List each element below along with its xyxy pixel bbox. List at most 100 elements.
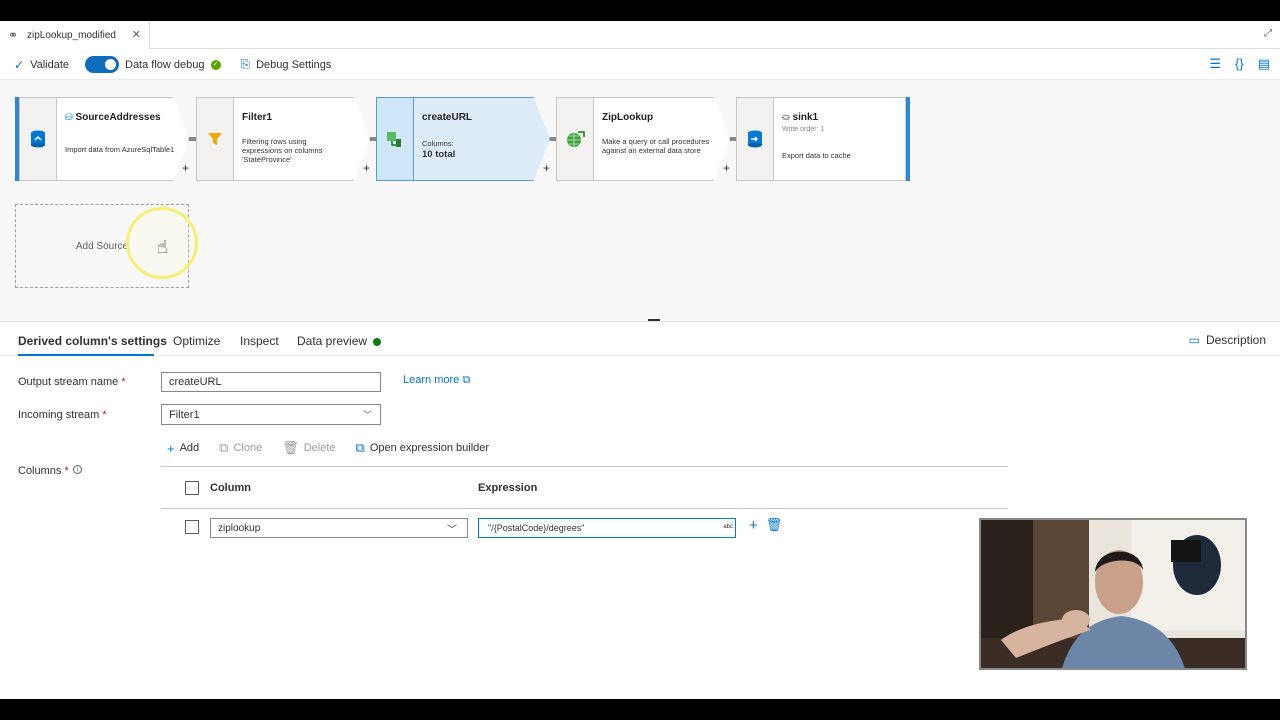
external-link-icon: ⧉ [462, 374, 471, 386]
node-sink1[interactable]: ⛀ sink1 Write order: 1 Export data to cac… [736, 97, 906, 181]
plus-icon: + [167, 440, 175, 456]
graph-canvas[interactable]: ⛁ SourceAddresses Import data from AzureS… [0, 80, 1280, 322]
open-expression-builder-button[interactable]: ⧉ Open expression builder [356, 440, 490, 456]
node-description: Export data to cache [782, 151, 851, 160]
add-transform-button[interactable]: + [723, 161, 730, 175]
dataflow-icon: ⚭ [8, 27, 19, 42]
expand-icon[interactable]: ⤢ [1264, 28, 1272, 39]
close-icon[interactable]: ✕ [132, 28, 141, 41]
output-stream-input[interactable]: createURL [161, 372, 381, 392]
filter-node-icon [196, 97, 234, 181]
column-name-dropdown[interactable]: ziplookup ﹀ [210, 518, 468, 538]
learn-more-text: Learn more [403, 374, 460, 386]
node-filter1[interactable]: Filter1 Filtering rows using expressions… [196, 97, 370, 181]
node-title: SourceAddresses [75, 112, 161, 123]
node-source-addresses[interactable]: ⛁ SourceAddresses Import data from AzureS… [19, 97, 189, 181]
debug-settings-label: Debug Settings [256, 58, 332, 71]
tab-inspect[interactable]: Inspect [240, 334, 279, 348]
grid-header: Column Expression [161, 467, 1008, 509]
node-description: Import data from AzureSqlTable1 [65, 145, 175, 154]
node-title: sink1 [792, 112, 819, 123]
expression-input[interactable]: "/{PostalCode}/degrees" abc [478, 518, 736, 538]
info-icon[interactable]: i [72, 465, 82, 474]
database-icon: ⛁ [65, 112, 73, 122]
status-ok-icon: ✓ [210, 59, 221, 70]
source-node-icon [19, 97, 57, 181]
add-source-label: Add Source [75, 240, 129, 252]
columns-command-bar: + Add ⧉ Clone 🗑 Delete ⧉ Open expression bui… [161, 439, 509, 457]
node-createurl[interactable]: createURL Columns: 10 total + [376, 97, 550, 181]
tab-title: zipLookup_modified [27, 29, 116, 41]
debug-label: Data flow debug [125, 58, 205, 71]
add-label: Add [179, 442, 200, 454]
sink-icon: ⛀ [782, 112, 790, 122]
clone-label: Clone [233, 442, 263, 454]
pane-resize-handle[interactable] [648, 319, 660, 321]
chevron-down-icon: ﹀ [447, 525, 457, 536]
sink-node-icon [736, 97, 774, 181]
output-stream-text: Output stream name [18, 376, 119, 388]
chevron-down-icon: ﹀ [362, 410, 372, 420]
node-title: Filter1 [242, 112, 273, 123]
add-transform-button[interactable]: + [363, 161, 370, 175]
webcam-image [981, 520, 1245, 668]
clone-button[interactable]: ⧉ Clone [219, 440, 262, 456]
tab-derived-column-settings[interactable]: Derived column's settings [18, 334, 167, 348]
code-icon[interactable]: {} [1235, 56, 1244, 72]
validate-button[interactable]: ✓ Validate [14, 58, 69, 72]
add-column-button[interactable]: + Add [167, 441, 199, 456]
validate-label: Validate [30, 58, 69, 71]
tab-optimize[interactable]: Optimize [173, 334, 220, 348]
incoming-stream-text: Incoming stream [18, 409, 100, 421]
required-marker: * [121, 376, 126, 388]
expression-value: "/{PostalCode}/degrees" [488, 523, 585, 533]
description-label: Description [1205, 333, 1266, 347]
incoming-stream-label: Incoming stream * [18, 409, 107, 421]
output-stream-label: Output stream name * [18, 376, 126, 388]
data-flow-debug-toggle[interactable]: Data flow debug ✓ [85, 56, 221, 73]
open-builder-label: Open expression builder [369, 442, 490, 454]
delete-button[interactable]: 🗑 Delete [282, 440, 335, 456]
debug-settings-button[interactable]: ⎘ Debug Settings [241, 57, 332, 72]
add-transform-button[interactable]: + [543, 161, 550, 175]
properties-icon[interactable]: ▤ [1258, 56, 1270, 72]
derived-column-icon [376, 97, 414, 181]
node-ziplookup[interactable]: ZipLookup Make a query or call procedure… [556, 97, 730, 181]
node-meta-label: Columns: [422, 139, 454, 148]
tab-data-preview[interactable]: Data preview [297, 334, 382, 348]
trash-icon: 🗑 [282, 440, 299, 455]
add-transform-button[interactable]: + [182, 161, 189, 175]
debug-switch[interactable] [85, 56, 119, 73]
required-marker: * [102, 409, 107, 421]
row-checkbox[interactable] [185, 520, 199, 534]
toolbar: ✓ Validate Data flow debug ✓ ⎘ Debug Set… [0, 50, 1280, 80]
column-name-value: ziplookup [218, 523, 261, 534]
script-icon[interactable]: ☰ [1209, 56, 1221, 72]
active-tab-indicator [18, 354, 154, 356]
delete-row-icon[interactable]: 🗑 [766, 517, 783, 534]
add-row-icon[interactable]: + [749, 517, 758, 534]
learn-more-link[interactable]: Learn more ⧉ [403, 374, 470, 387]
select-all-checkbox[interactable] [185, 481, 199, 495]
hand-cursor-icon: ☝ [157, 237, 168, 257]
incoming-stream-dropdown[interactable]: Filter1 ﹀ [161, 404, 381, 425]
expression-header: Expression [478, 482, 538, 494]
node-title: createURL [422, 112, 473, 123]
type-abc-icon: abc [723, 524, 733, 530]
stream-end-bar [906, 97, 910, 181]
delete-label: Delete [303, 442, 336, 454]
row-actions: + 🗑 [749, 517, 782, 534]
webcam-overlay [979, 518, 1247, 670]
tab-ziplookup-modified[interactable]: ⚭ zipLookup_modified ✕ [0, 21, 150, 49]
column-header: Column [210, 482, 251, 494]
toolbar-right-icons: ☰ {} ▤ [1209, 56, 1270, 72]
node-title: ZipLookup [602, 112, 654, 123]
node-meta-value: 10 total [422, 149, 456, 160]
document-tabstrip: ⚭ zipLookup_modified ✕ ⤢ [0, 21, 1280, 49]
external-call-icon [556, 97, 594, 181]
description-button[interactable]: ▭ Description [1189, 333, 1266, 347]
checkmark-icon: ✓ [14, 57, 25, 72]
required-marker: * [64, 465, 69, 477]
open-builder-icon: ⧉ [355, 440, 365, 455]
incoming-stream-value: Filter1 [169, 409, 200, 421]
